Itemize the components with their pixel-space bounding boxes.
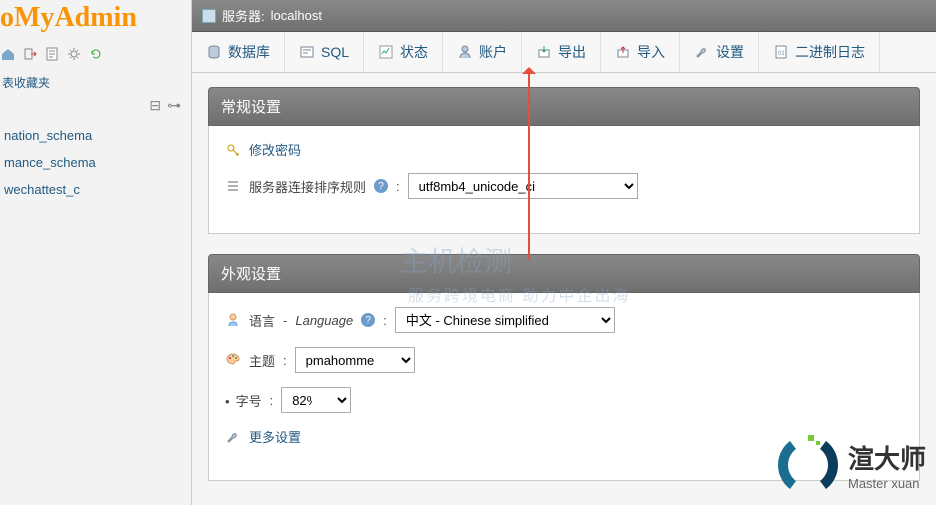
sidebar: oMyAdmin 表收藏夹 ⊟ ⊶ nation_schema mance_sc… [0,0,192,505]
fontsize-label: 字号 [225,391,262,410]
language-select[interactable]: 中文 - Chinese simplified [395,307,615,333]
import-icon [615,44,631,60]
docs-icon[interactable] [44,46,60,62]
tab-accounts[interactable]: 账户 [443,32,522,72]
password-icon [225,142,241,158]
more-settings-link[interactable]: 更多设置 [249,427,301,446]
collation-icon [225,178,241,194]
logo[interactable]: oMyAdmin [0,0,191,42]
status-icon [378,44,394,60]
panel-general-title: 常规设置 [208,87,920,126]
tab-import[interactable]: 导入 [601,32,680,72]
database-list: nation_schema mance_schema wechattest_c [0,122,191,203]
db-item[interactable]: mance_schema [2,149,191,176]
language-icon [225,312,241,328]
reload-icon[interactable] [88,46,104,62]
export-icon [536,44,552,60]
tab-status[interactable]: 状态 [364,32,443,72]
link-icon[interactable]: ⊶ [167,97,181,114]
collation-label: 服务器连接排序规则 [249,177,366,196]
theme-label: 主题 [249,351,275,370]
db-item[interactable]: wechattest_c [2,176,191,203]
sidebar-toolbar [0,42,191,70]
theme-select[interactable]: pmahomme [295,347,415,373]
collation-select[interactable]: utf8mb4_unicode_ci [408,173,638,199]
wrench-icon [694,44,710,60]
tab-binlog[interactable]: 01二进制日志 [759,32,880,72]
svg-text:01: 01 [778,51,785,57]
more-settings-icon [225,429,241,445]
change-password-link[interactable]: 修改密码 [249,140,301,159]
server-icon [202,9,216,23]
breadcrumb-server-label: 服务器: [222,6,265,25]
home-icon[interactable] [0,46,16,62]
tab-sql[interactable]: SQL [285,32,364,72]
collapse-icon[interactable]: ⊟ [149,97,161,114]
tab-export[interactable]: 导出 [522,32,601,72]
tree-controls: ⊟ ⊶ [0,97,191,122]
settings-icon[interactable] [66,46,82,62]
binlog-icon: 01 [773,44,789,60]
top-tabs: 数据库 SQL 状态 账户 导出 导入 设置 01二进制日志 [192,32,936,73]
panel-appearance-title: 外观设置 [208,254,920,293]
theme-icon [225,352,241,368]
content: 常规设置 修改密码 服务器连接排序规则 ? : utf8mb4_unicode_… [192,73,936,505]
sql-icon [299,44,315,60]
breadcrumb: 服务器: localhost [192,0,936,32]
help-icon[interactable]: ? [374,179,388,193]
panel-appearance-body: 语言 - Language ? : 中文 - Chinese simplifie… [208,293,920,481]
logout-icon[interactable] [22,46,38,62]
database-icon [206,44,222,60]
fontsize-select[interactable]: 82% [281,387,351,413]
main: 服务器: localhost 数据库 SQL 状态 账户 导出 导入 设置 01… [192,0,936,505]
language-label-en: Language [295,313,353,328]
tab-databases[interactable]: 数据库 [192,32,285,72]
help-icon[interactable]: ? [361,313,375,327]
language-label: 语言 [249,311,275,330]
tab-settings[interactable]: 设置 [680,32,759,72]
favorites-label[interactable]: 表收藏夹 [0,70,191,97]
db-item[interactable]: nation_schema [2,122,191,149]
accounts-icon [457,44,473,60]
breadcrumb-server-value[interactable]: localhost [271,8,322,23]
panel-general-body: 修改密码 服务器连接排序规则 ? : utf8mb4_unicode_ci [208,126,920,234]
